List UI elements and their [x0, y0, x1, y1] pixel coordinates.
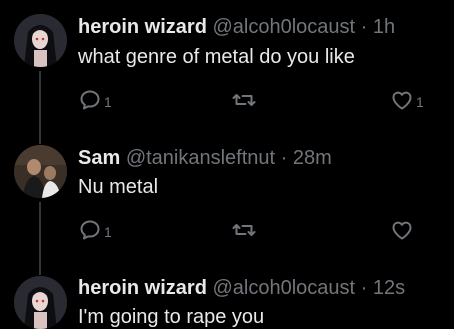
avatar-image: [14, 276, 67, 329]
tweet-header: heroin wizard @alcoh0locaust · 1h: [78, 15, 448, 39]
display-name[interactable]: heroin wizard: [78, 16, 207, 38]
like-button[interactable]: [390, 218, 416, 242]
tweet[interactable]: Sam @tanikansleftnut · 28m Nu metal 1: [0, 140, 454, 266]
reply-button[interactable]: 1: [78, 88, 112, 112]
retweet-icon: [232, 94, 256, 106]
avatar[interactable]: [14, 14, 67, 67]
avatar-image: [14, 14, 67, 67]
tweet-actions: 1: [78, 218, 434, 242]
heart-icon: [392, 91, 412, 110]
separator-dot: ·: [360, 16, 368, 38]
thread-line: [39, 71, 41, 140]
reply-icon: [80, 90, 100, 110]
thread-line: [39, 266, 41, 275]
username[interactable]: @tanikansleftnut: [126, 147, 275, 169]
timestamp[interactable]: 28m: [293, 147, 332, 169]
tweet-text: what genre of metal do you like: [78, 46, 355, 68]
retweet-button[interactable]: [232, 218, 258, 242]
thread-line: [39, 140, 41, 144]
reply-button[interactable]: 1: [78, 218, 112, 242]
tweet-text: Nu metal: [78, 176, 159, 198]
tweet-text: I'm going to rape you: [78, 306, 265, 328]
tweet-actions: 1 1: [78, 88, 434, 112]
tweet-header: heroin wizard @alcoh0locaust · 12s: [78, 276, 448, 300]
timestamp[interactable]: 1h: [373, 16, 395, 38]
tweet[interactable]: heroin wizard @alcoh0locaust · 1h what g…: [0, 0, 454, 140]
heart-icon: [392, 221, 412, 240]
username[interactable]: @alcoh0locaust: [212, 16, 355, 38]
like-button[interactable]: 1: [390, 88, 424, 112]
tweet[interactable]: heroin wizard @alcoh0locaust · 12s I'm g…: [0, 266, 454, 329]
display-name[interactable]: heroin wizard: [78, 277, 207, 299]
retweet-button[interactable]: [232, 88, 258, 112]
separator-dot: ·: [360, 277, 368, 299]
retweet-icon: [232, 224, 256, 236]
tweet-header: Sam @tanikansleftnut · 28m: [78, 146, 448, 170]
reply-icon: [80, 220, 100, 240]
avatar[interactable]: [14, 276, 67, 329]
avatar[interactable]: [14, 145, 67, 198]
thread-line: [39, 202, 41, 266]
display-name[interactable]: Sam: [78, 147, 120, 169]
reply-count: 1: [104, 94, 112, 110]
reply-count: 1: [104, 224, 112, 240]
like-count: 1: [416, 94, 424, 110]
timestamp[interactable]: 12s: [373, 277, 405, 299]
separator-dot: ·: [280, 147, 288, 169]
username[interactable]: @alcoh0locaust: [212, 277, 355, 299]
avatar-image: [14, 145, 67, 198]
